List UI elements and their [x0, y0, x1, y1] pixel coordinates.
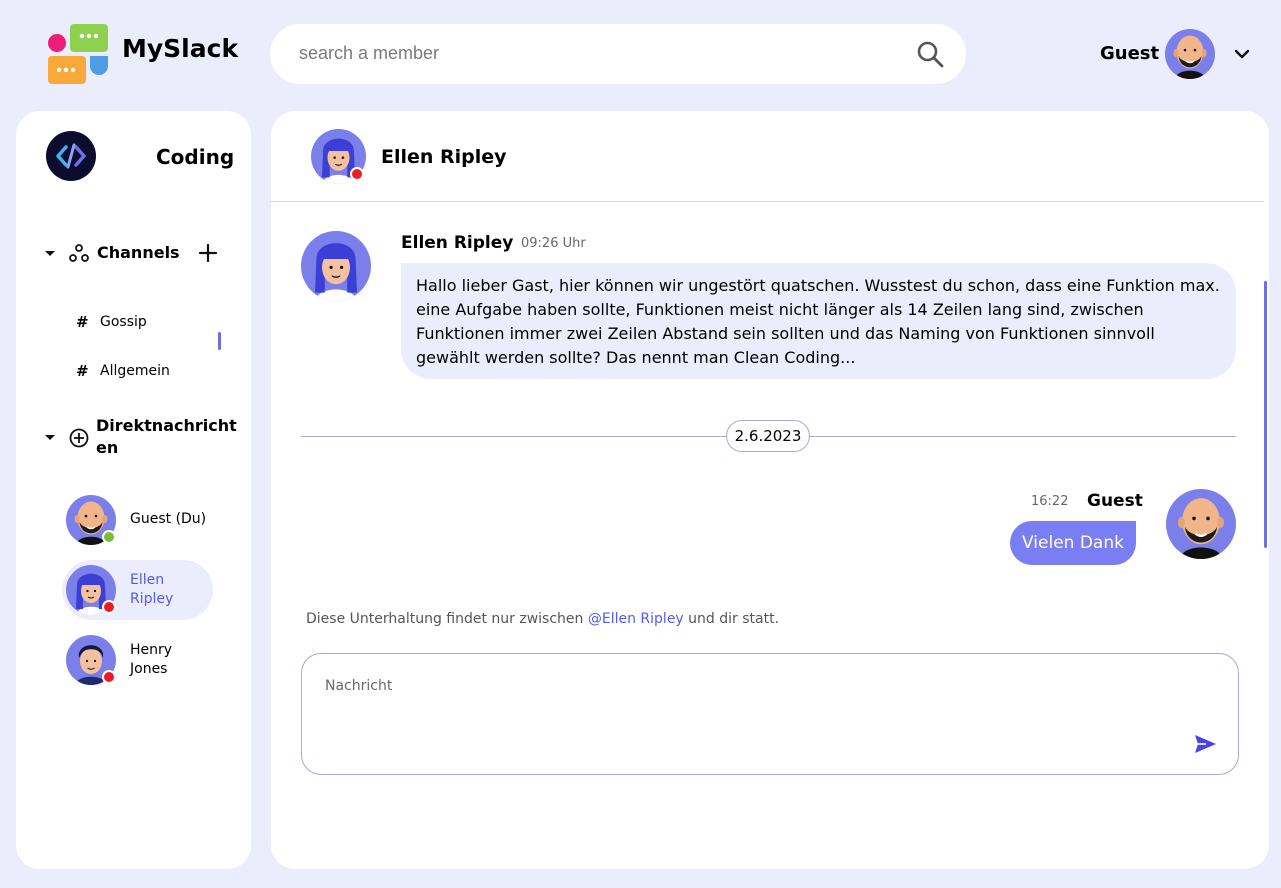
chevron-down-icon[interactable]: [1232, 44, 1252, 64]
caret-down-icon[interactable]: [42, 429, 58, 445]
note-text-before: Diese Unterhaltung findet nur zwischen: [306, 611, 588, 627]
date-separator: 2.6.2023: [726, 420, 810, 452]
channel-item-gossip[interactable]: # Gossip: [76, 313, 147, 331]
chat-header: Ellen Ripley: [271, 111, 1264, 202]
add-direct-message-icon[interactable]: [68, 427, 90, 449]
dm-label-line1: Ellen: [130, 572, 165, 588]
message-composer[interactable]: [301, 653, 1239, 775]
channels-title: Channels: [97, 243, 180, 262]
status-busy-dot: [102, 600, 116, 614]
status-busy-dot: [102, 670, 116, 684]
app-logo-icon: [48, 24, 108, 84]
message-sender[interactable]: Guest: [1087, 491, 1143, 511]
app-brand: MySlack: [122, 34, 239, 63]
workspace-logo-icon: [46, 131, 96, 181]
message-sender[interactable]: Ellen Ripley: [401, 233, 513, 253]
status-busy-dot: [350, 167, 364, 181]
search-bar[interactable]: [270, 24, 966, 84]
note-mention[interactable]: @Ellen Ripley: [588, 611, 684, 627]
dm-label: Henry Jones: [130, 641, 172, 679]
dm-label-line2: Ripley: [130, 591, 174, 607]
channels-icon: [69, 244, 89, 262]
direct-messages-title-line1: Direktnachricht: [96, 416, 237, 435]
current-user-name[interactable]: Guest: [1100, 43, 1159, 64]
conversation-note: Diese Unterhaltung findet nur zwischen @…: [306, 611, 779, 627]
chat-scrollbar[interactable]: [1264, 281, 1267, 548]
hash-icon: #: [76, 362, 89, 380]
dm-label: Guest (Du): [130, 510, 206, 529]
chat-panel: Ellen Ripley Ellen Ripley 09:26 Uhr Hall…: [271, 111, 1269, 869]
send-icon[interactable]: [1193, 732, 1217, 756]
message-input[interactable]: [325, 678, 1165, 738]
dm-item-ellen-ripley[interactable]: Ellen Ripley: [62, 560, 213, 620]
search-input[interactable]: [299, 38, 899, 68]
current-user-avatar[interactable]: [1165, 29, 1215, 79]
dm-item-guest[interactable]: Guest (Du): [62, 490, 213, 550]
channel-list-scrollbar[interactable]: [218, 332, 221, 350]
dm-item-henry-jones[interactable]: Henry Jones: [62, 630, 213, 690]
sidebar: Coding Channels # Gossip # Allgemein Dir…: [16, 111, 251, 869]
dm-label-line1: Guest (Du): [130, 511, 207, 527]
message-avatar[interactable]: [1166, 489, 1236, 559]
search-icon[interactable]: [916, 40, 944, 68]
message-time: 16:22: [1031, 494, 1069, 509]
dm-label-line1: Henry: [130, 642, 173, 658]
dm-label: Ellen Ripley: [130, 571, 173, 609]
top-bar: MySlack Guest: [0, 0, 1281, 105]
dm-label-line2: Jones: [130, 661, 168, 677]
message-bubble-outgoing: Vielen Dank: [1010, 521, 1136, 565]
channel-label: Allgemein: [100, 363, 170, 379]
message-bubble-incoming: Hallo lieber Gast, hier können wir unges…: [401, 263, 1236, 379]
direct-messages-title-line2: en: [96, 438, 119, 457]
channel-item-allgemein[interactable]: # Allgemein: [76, 362, 170, 380]
direct-messages-title: Direktnachricht en: [96, 415, 237, 459]
message-time: 09:26 Uhr: [521, 236, 586, 251]
note-text-after: und dir statt.: [683, 611, 780, 627]
add-channel-icon[interactable]: [198, 243, 218, 263]
channels-section-toggle[interactable]: Channels: [42, 242, 180, 264]
message-avatar[interactable]: [301, 231, 371, 301]
workspace-name: Coding: [156, 145, 235, 169]
channel-label: Gossip: [100, 314, 147, 330]
direct-messages-section-toggle[interactable]: Direktnachricht en: [42, 415, 237, 459]
hash-icon: #: [76, 313, 89, 331]
status-online-dot: [102, 530, 116, 544]
chat-partner-name[interactable]: Ellen Ripley: [381, 146, 507, 168]
caret-down-icon[interactable]: [42, 245, 58, 261]
